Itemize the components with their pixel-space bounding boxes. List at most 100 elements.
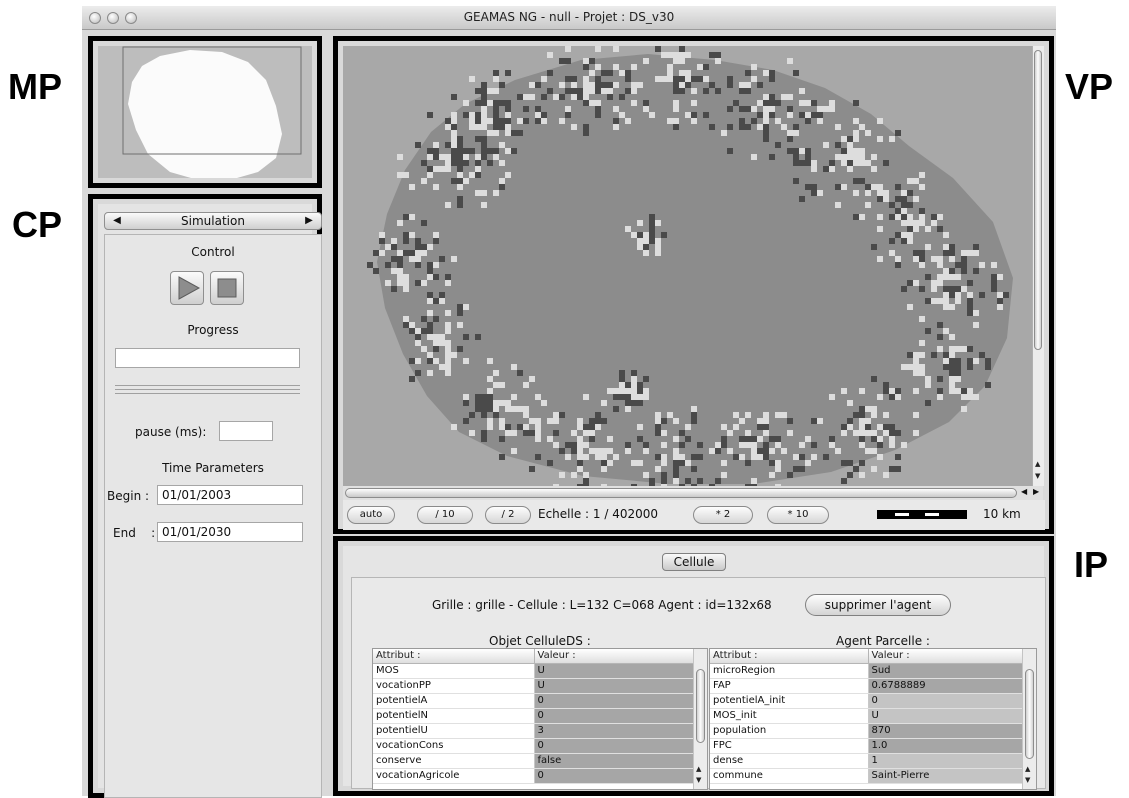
delete-agent-button[interactable]: supprimer l'agent [805, 594, 951, 616]
arrow-right-icon[interactable]: ▶ [299, 213, 319, 229]
land-use-cell [841, 184, 847, 190]
scroll-thumb[interactable] [345, 488, 1017, 498]
land-use-cell [595, 64, 601, 70]
land-use-cell [973, 244, 979, 250]
land-use-cell [631, 88, 637, 94]
land-use-cell [421, 250, 427, 256]
tab-cellule[interactable]: Cellule [662, 553, 726, 571]
zoom-divide-10-button[interactable]: / 10 [417, 506, 473, 524]
mini-map[interactable] [98, 46, 312, 178]
viewport-horizontal-scrollbar[interactable]: ◀ ▶ [343, 486, 1043, 500]
land-use-cell [733, 100, 739, 106]
land-use-cell [607, 94, 613, 100]
table-row[interactable]: dense 1 [710, 753, 1022, 769]
end-date-input[interactable]: 01/01/2030 [157, 522, 303, 542]
table-row[interactable]: microRegion Sud [710, 663, 1022, 679]
play-button[interactable] [170, 271, 204, 305]
land-use-cell [613, 118, 619, 124]
table-row[interactable]: FPC 1.0 [710, 738, 1022, 754]
table-row[interactable]: potentielU 3 [373, 723, 693, 739]
table-row[interactable]: MOS_init U [710, 708, 1022, 724]
land-use-cell [571, 442, 577, 448]
left-table-title: Objet CelluleDS : [489, 634, 591, 648]
zoom-times-10-button[interactable]: * 10 [767, 506, 829, 524]
land-use-cell [883, 382, 889, 388]
land-use-cell [901, 208, 907, 214]
land-use-cell [643, 250, 649, 256]
land-use-cell [571, 94, 577, 100]
scroll-down-arrow-icon[interactable]: ▼ [696, 776, 701, 784]
scroll-right-arrow-icon[interactable]: ▶ [1033, 487, 1039, 496]
begin-date-input[interactable]: 01/01/2003 [157, 485, 303, 505]
table-row[interactable]: vocationAgricole 0 [373, 768, 693, 784]
left-table-scrollbar[interactable]: ▲ ▼ [693, 649, 707, 789]
table-row[interactable]: vocationCons 0 [373, 738, 693, 754]
land-use-cell [457, 322, 463, 328]
right-table-scrollbar[interactable]: ▲ ▼ [1022, 649, 1036, 789]
land-use-cell [535, 454, 541, 460]
table-row[interactable]: commune Saint-Pierre [710, 768, 1022, 784]
table-row[interactable]: conserve false [373, 753, 693, 769]
land-use-cell [523, 94, 529, 100]
land-use-cell [445, 352, 451, 358]
land-use-cell [769, 436, 775, 442]
column-header-valeur[interactable]: Valeur : [534, 649, 694, 664]
land-use-cell [805, 184, 811, 190]
viewport-vertical-scrollbar[interactable]: ▲ ▼ [1032, 46, 1044, 486]
table-row[interactable]: potentielA_init 0 [710, 693, 1022, 709]
table-row[interactable]: potentielA 0 [373, 693, 693, 709]
column-header-valeur[interactable]: Valeur : [868, 649, 1023, 664]
land-use-cell [859, 178, 865, 184]
land-use-cell [589, 88, 595, 94]
column-header-attribut[interactable]: Attribut : [373, 649, 535, 664]
pause-input[interactable] [219, 421, 273, 441]
scroll-left-arrow-icon[interactable]: ◀ [1021, 487, 1027, 496]
land-use-cell [439, 364, 445, 370]
land-use-cell [955, 262, 961, 268]
land-use-cell [631, 460, 637, 466]
celluleds-attribute-table[interactable]: Attribut : Valeur : MOS U vocationPP U pot… [372, 648, 708, 790]
scroll-thumb[interactable] [696, 669, 705, 743]
arrow-left-icon[interactable]: ◀ [107, 213, 127, 229]
table-row[interactable]: FAP 0.6788889 [710, 678, 1022, 694]
zoom-times-2-button[interactable]: * 2 [693, 506, 753, 524]
land-use-cell [613, 64, 619, 70]
scroll-down-arrow-icon[interactable]: ▼ [1025, 776, 1030, 784]
land-use-cell [409, 328, 415, 334]
column-header-attribut[interactable]: Attribut : [710, 649, 869, 664]
land-use-cell [637, 244, 643, 250]
land-use-cell [643, 106, 649, 112]
scroll-up-arrow-icon[interactable]: ▲ [1035, 460, 1040, 468]
land-use-cell [529, 430, 535, 436]
land-use-cell [457, 310, 463, 316]
land-use-cell [997, 298, 1003, 304]
scroll-up-arrow-icon[interactable]: ▲ [1025, 765, 1030, 773]
table-row[interactable]: MOS U [373, 663, 693, 679]
simulation-tab-selector[interactable]: ◀ Simulation ▶ [104, 212, 322, 230]
land-use-cell [499, 160, 505, 166]
land-use-cell [505, 130, 511, 136]
zoom-auto-button[interactable]: auto [347, 506, 395, 524]
land-use-cell [433, 274, 439, 280]
table-row[interactable]: vocationPP U [373, 678, 693, 694]
land-use-cell [421, 160, 427, 166]
table-row[interactable]: population 870 [710, 723, 1022, 739]
land-use-cell [973, 394, 979, 400]
scroll-down-arrow-icon[interactable]: ▼ [1035, 472, 1040, 480]
land-use-cell [649, 214, 655, 220]
land-use-cell [877, 454, 883, 460]
scroll-thumb[interactable] [1034, 50, 1042, 350]
land-use-cell [685, 460, 691, 466]
table-row[interactable]: potentielN 0 [373, 708, 693, 724]
land-use-cell [889, 430, 895, 436]
scroll-thumb[interactable] [1025, 669, 1034, 759]
parcelle-attribute-table[interactable]: Attribut : Valeur : microRegion Sud FAP 0.… [709, 648, 1037, 790]
land-use-cell [907, 178, 913, 184]
land-use-cell [613, 124, 619, 130]
main-map[interactable] [343, 46, 1043, 486]
zoom-divide-2-button[interactable]: / 2 [485, 506, 531, 524]
scroll-up-arrow-icon[interactable]: ▲ [696, 765, 701, 773]
attribute-value: 870 [867, 723, 1022, 739]
land-use-cell [667, 118, 673, 124]
stop-button[interactable] [210, 271, 244, 305]
